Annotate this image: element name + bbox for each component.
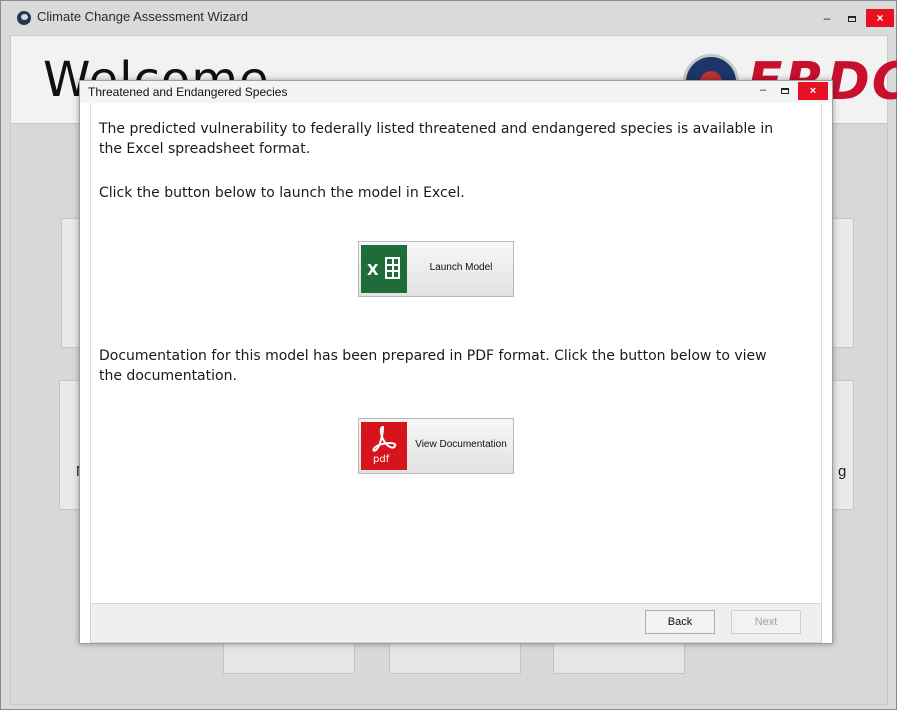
- launch-model-label: Launch Model: [429, 262, 493, 273]
- main-titlebar[interactable]: Climate Change Assessment Wizard – ×: [1, 1, 896, 35]
- pdf-icon: pdf: [361, 422, 407, 470]
- launch-instruction-text: Click the button below to launch the mod…: [99, 185, 465, 201]
- launch-model-button[interactable]: X Launch Model: [358, 241, 514, 297]
- documentation-text: Documentation for this model has been pr…: [99, 348, 767, 384]
- background-card-right-label: g: [838, 463, 847, 480]
- excel-icon: X: [361, 245, 407, 293]
- maximize-icon: [848, 15, 856, 22]
- maximize-button[interactable]: [841, 9, 863, 27]
- dialog-body: The predicted vulnerability to federally…: [90, 103, 822, 603]
- back-button[interactable]: Back: [645, 610, 715, 634]
- pdf-icon-label: pdf: [373, 454, 390, 465]
- threatened-species-dialog: Threatened and Endangered Species – × Th…: [79, 80, 833, 644]
- minimize-button[interactable]: –: [816, 9, 838, 27]
- dialog-footer: Back Next: [90, 603, 822, 643]
- dialog-minimize-button[interactable]: –: [760, 84, 766, 96]
- dialog-close-button[interactable]: ×: [798, 82, 828, 100]
- view-documentation-label: View Documentation: [415, 439, 507, 450]
- main-window-title: Climate Change Assessment Wizard: [37, 9, 248, 24]
- next-button[interactable]: Next: [731, 610, 801, 634]
- intro-text: The predicted vulnerability to federally…: [99, 121, 774, 157]
- dialog-title: Threatened and Endangered Species: [88, 85, 288, 99]
- view-documentation-button[interactable]: pdf View Documentation: [358, 418, 514, 474]
- app-icon: [17, 11, 31, 25]
- dialog-maximize-button[interactable]: [781, 88, 789, 94]
- close-button[interactable]: ×: [866, 9, 894, 27]
- dialog-titlebar[interactable]: Threatened and Endangered Species – ×: [80, 81, 832, 103]
